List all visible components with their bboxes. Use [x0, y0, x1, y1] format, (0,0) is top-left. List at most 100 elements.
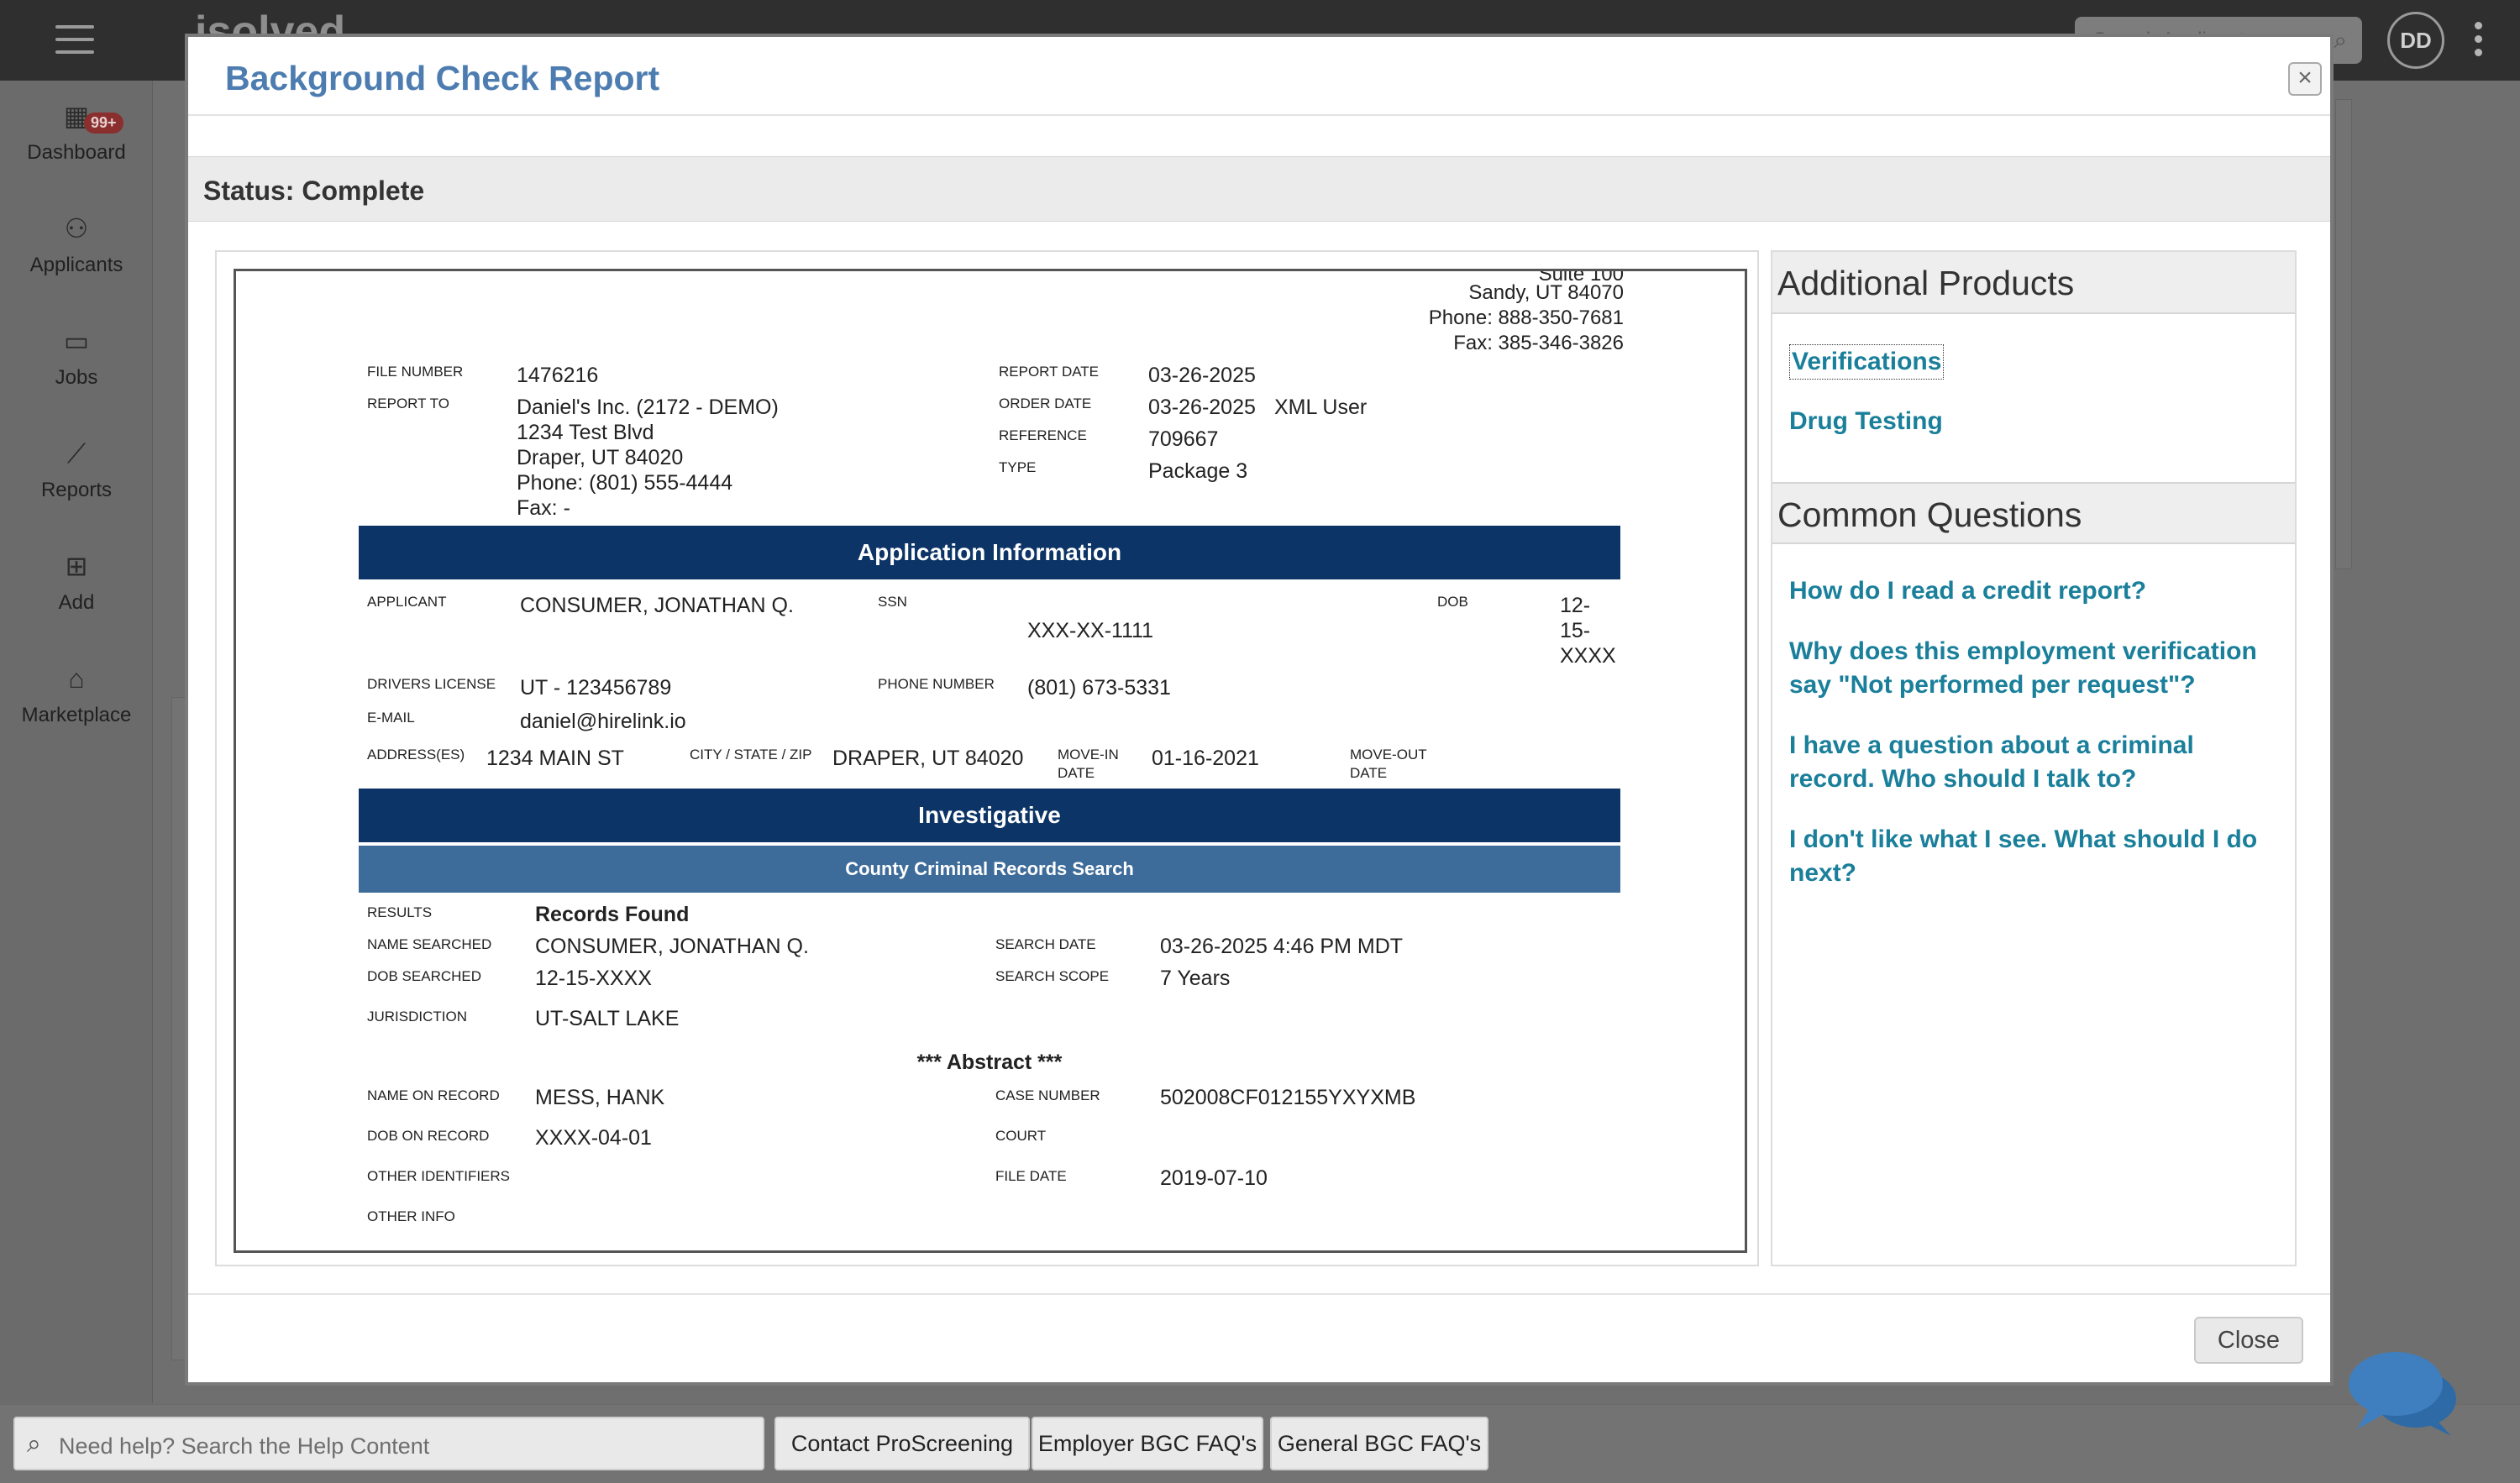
case-number-label: CASE NUMBER [995, 1087, 1100, 1103]
dob-on-record-value: XXXX-04-01 [535, 1126, 652, 1150]
order-date-label: ORDER DATE [999, 396, 1092, 411]
search-date-label: SEARCH DATE [995, 936, 1096, 952]
drivers-license-value: UT - 123456789 [520, 676, 672, 700]
close-icon[interactable]: × [2288, 62, 2322, 96]
status-bar: Status: Complete [188, 156, 2330, 222]
more-options-icon[interactable] [2475, 22, 2483, 62]
drivers-license-label: DRIVERS LICENSE [367, 676, 496, 692]
faq-link-employment-verification[interactable]: Why does this employment verification sa… [1789, 635, 2293, 702]
verifications-link[interactable]: Verifications [1789, 344, 1945, 380]
contact-proscreening-button[interactable]: Contact ProScreening [774, 1417, 1030, 1470]
company-phone: Phone: 888-350-7681 [1428, 307, 1624, 329]
dob-label: DOB [1437, 594, 1468, 610]
people-icon: ⚇ [64, 213, 89, 244]
name-searched-value: CONSUMER, JONATHAN Q. [535, 935, 809, 958]
dob-value: 12- [1560, 594, 1591, 617]
name-on-record-label: NAME ON RECORD [367, 1087, 500, 1103]
phone-number-value: (801) 673-5331 [1027, 676, 1171, 700]
search-scope-label: SEARCH SCOPE [995, 968, 1110, 984]
sidebar-item-label: Add [58, 591, 95, 614]
report-viewer[interactable]: Suite 100 Sandy, UT 84070 Phone: 888-350… [215, 250, 1759, 1266]
additional-products-heading: Additional Products [1777, 264, 2075, 302]
order-user-value: XML User [1274, 396, 1368, 419]
dob-searched-value: 12-15-XXXX [535, 967, 652, 990]
faq-link-criminal-record[interactable]: I have a question about a criminal recor… [1789, 729, 2285, 796]
help-search-input[interactable]: ⌕ Need help? Search the Help Content [13, 1417, 764, 1470]
move-in-value: 01-16-2021 [1152, 747, 1259, 770]
address-value: 1234 MAIN ST [486, 747, 624, 770]
results-value: Records Found [535, 903, 690, 926]
report-to-label: REPORT TO [367, 396, 449, 411]
order-date-value: 03-26-2025 [1148, 396, 1256, 419]
abstract-heading: *** Abstract *** [916, 1051, 1063, 1074]
close-button[interactable]: Close [2194, 1317, 2303, 1364]
company-fax: Fax: 385-346-3826 [1453, 332, 1624, 354]
chat-support-icon[interactable] [2344, 1347, 2461, 1439]
modal-title: Background Check Report [225, 59, 660, 97]
sidebar-item-label: Reports [40, 479, 113, 501]
help-bar: ⌕ Need help? Search the Help Content Con… [0, 1404, 2520, 1483]
faq-link-what-next[interactable]: I don't like what I see. What should I d… [1789, 823, 2285, 890]
report-date-label: REPORT DATE [999, 364, 1100, 380]
sidebar-item-jobs[interactable]: ▭ Jobs [0, 322, 153, 390]
company-city: Sandy, UT 84070 [1468, 281, 1624, 304]
hamburger-menu-icon[interactable] [55, 25, 94, 54]
background-panel [2335, 99, 2352, 569]
sidebar-item-add[interactable]: ⊞ Add [0, 548, 153, 615]
move-out-label: MOVE-OUT [1350, 747, 1427, 762]
city-state-zip-value: DRAPER, UT 84020 [832, 747, 1024, 770]
investigative-header: Investigative [359, 789, 1620, 842]
jurisdiction-value: UT-SALT LAKE [535, 1007, 680, 1030]
city-state-zip-label: CITY / STATE / ZIP [690, 747, 812, 762]
status-text: Status: Complete [203, 176, 425, 206]
reference-value: 709667 [1148, 427, 1219, 451]
county-criminal-header: County Criminal Records Search [359, 846, 1620, 893]
search-scope-value: 7 Years [1160, 967, 1231, 990]
file-date-label: FILE DATE [995, 1168, 1067, 1184]
dob-value: XXXX [1560, 644, 1616, 668]
sidebar-item-label: Marketplace [21, 704, 132, 726]
dashboard-icon: ▦ [63, 101, 90, 131]
ssn-label: SSN [878, 594, 907, 610]
common-questions-header: Common Questions [1772, 482, 2295, 544]
faq-link-credit-report[interactable]: How do I read a credit report? [1789, 574, 2285, 608]
report-to-line: Fax: - [517, 496, 570, 520]
applicant-label: APPLICANT [367, 594, 447, 610]
move-in-label: MOVE-IN [1058, 747, 1119, 762]
drug-testing-link[interactable]: Drug Testing [1789, 405, 1943, 438]
sidebar-nav: ▦ 99+ Dashboard ⚇ Applicants ▭ Jobs ⟋ Re… [0, 81, 153, 1403]
other-identifiers-label: OTHER IDENTIFIERS [367, 1168, 511, 1184]
report-to-line: Daniel's Inc. (2172 - DEMO) [517, 396, 779, 419]
background-check-modal: Background Check Report × Status: Comple… [185, 34, 2334, 1386]
application-information-header: Application Information [359, 526, 1620, 579]
sidebar-item-dashboard[interactable]: ▦ 99+ Dashboard [0, 97, 153, 165]
briefcase-icon: ▭ [63, 326, 90, 356]
file-number-label: FILE NUMBER [367, 364, 464, 380]
dob-value: 15- [1560, 619, 1591, 642]
add-box-icon: ⊞ [65, 551, 88, 581]
search-icon: ⌕ [2334, 27, 2347, 53]
addresses-label: ADDRESS(ES) [367, 747, 465, 762]
sidebar-item-marketplace[interactable]: ⌂ Marketplace [0, 660, 153, 727]
results-label: RESULTS [367, 904, 433, 920]
general-bgc-faq-button[interactable]: General BGC FAQ's [1270, 1417, 1488, 1470]
dob-searched-label: DOB SEARCHED [367, 968, 482, 984]
search-icon: ⌕ [27, 1430, 41, 1458]
sidebar-item-reports[interactable]: ⟋ Reports [0, 435, 153, 502]
jurisdiction-label: JURISDICTION [367, 1009, 467, 1024]
report-to-line: 1234 Test Blvd [517, 421, 654, 444]
search-date-value: 03-26-2025 4:46 PM MDT [1160, 935, 1404, 958]
dob-on-record-label: DOB ON RECORD [367, 1128, 490, 1144]
notification-badge: 99+ [84, 113, 123, 134]
store-icon: ⌂ [68, 663, 85, 694]
sidebar-item-applicants[interactable]: ⚇ Applicants [0, 210, 153, 277]
divider [188, 114, 2330, 116]
file-date-value: 2019-07-10 [1160, 1166, 1268, 1190]
employer-bgc-faq-button[interactable]: Employer BGC FAQ's [1032, 1417, 1263, 1470]
user-avatar[interactable]: DD [2387, 12, 2444, 69]
help-side-panel: Additional Products Verifications Drug T… [1771, 250, 2297, 1266]
court-label: COURT [995, 1128, 1047, 1144]
app-logo: isolved [195, 8, 346, 37]
other-info-label: OTHER INFO [367, 1208, 455, 1224]
type-label: TYPE [999, 459, 1037, 475]
